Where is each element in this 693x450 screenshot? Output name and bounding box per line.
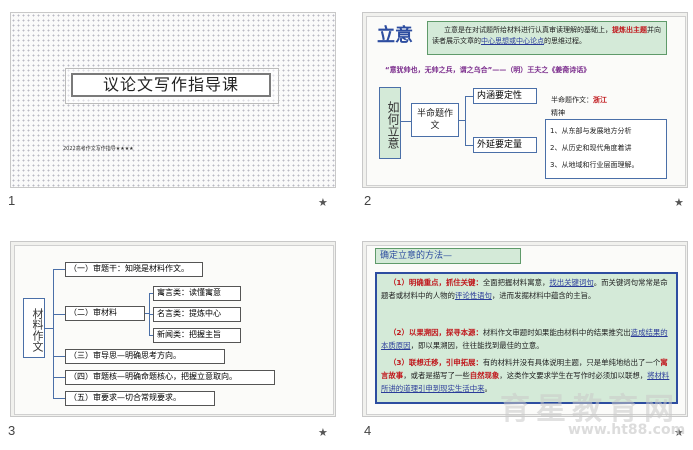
slide-subtitle: 2022高考作文写作指导★★★★ — [63, 146, 134, 152]
list-box: 1、从东部与发展地方分析 2、从历史和现代角度着讲 3、从地域和行业层面理解。 — [545, 119, 667, 179]
slide-number-2: 2 — [364, 193, 372, 208]
side-label: 如何立意 — [379, 87, 401, 159]
outline-item-2: （二）审材料 — [65, 306, 145, 321]
connector — [465, 96, 473, 97]
star-icon[interactable]: ★ — [674, 196, 684, 209]
slide-thumbnail-1[interactable]: 议论文写作指导课 2022高考作文写作指导★★★★ — [10, 12, 336, 188]
type-box: 半命题作文 — [411, 103, 459, 137]
slide-number-4: 4 — [364, 423, 372, 438]
list-item: 3、从地域和行业层面理解。 — [550, 161, 639, 169]
connector — [465, 145, 473, 146]
connector — [53, 269, 54, 399]
list-item: 2、从历史和现代角度着讲 — [550, 144, 632, 152]
example-line2: 精神 — [551, 109, 565, 117]
connector — [53, 314, 65, 315]
intro-highlight: 提炼出主题 — [612, 26, 647, 34]
connector — [53, 398, 65, 399]
slide-heading: 确定立意的方法— — [375, 248, 521, 264]
top-box: 内涵要定性 — [473, 88, 537, 104]
method-1: （1）明确重点，抓住关键：全面把握材料寓意，找出关键词句。而关键词句常常是命题者… — [381, 278, 668, 300]
slide-thumbnail-2[interactable]: 立意 立意是在对试题所给材料进行认真审读理解的基础上，提炼出主题并向读者展示文章… — [362, 12, 688, 188]
star-icon[interactable]: ★ — [318, 426, 328, 439]
connector — [401, 121, 411, 122]
method-2: （2）以果溯因，探寻本源：材料作文审题时如果能由材料中的结果推究出造成结果的本质… — [381, 328, 668, 350]
bottom-box: 外延要定量 — [473, 137, 537, 153]
slide-thumbnail-3[interactable]: 材料作文 （一）审题干：知晓是材料作文。 （二）审材料 寓言类：读懂寓意 名言类… — [10, 241, 336, 417]
title-box: 议论文写作指导课 — [71, 73, 271, 97]
intro-link: 中心思想或中心论点 — [481, 37, 544, 45]
outline-item-3: （三）审导思—明确思考方向。 — [65, 349, 225, 364]
connector — [53, 377, 65, 378]
watermark-url: www.ht88.com — [568, 422, 686, 438]
connector — [465, 96, 466, 146]
intro-text-a: 立意是在对试题所给材料进行认真审读理解的基础上， — [444, 26, 612, 34]
connector — [45, 328, 53, 329]
slide-number-3: 3 — [8, 423, 16, 438]
sub-item-1: 寓言类：读懂寓意 — [153, 286, 241, 301]
list-item: 1、从东部与发展地方分析 — [550, 127, 632, 135]
outline-item-5: （五）审要求—切合常规要求。 — [65, 391, 215, 406]
connector — [53, 356, 65, 357]
side-label: 材料作文 — [23, 298, 45, 358]
intro-box: 立意是在对试题所给材料进行认真审读理解的基础上，提炼出主题并向读者展示文章的中心… — [427, 21, 667, 55]
intro-text-c: 的思维过程。 — [544, 37, 586, 45]
sub-item-2: 名言类：提炼中心 — [153, 307, 241, 322]
example-label: 半命题作文：浙江 — [551, 96, 607, 104]
star-icon[interactable]: ★ — [318, 196, 328, 209]
connector — [53, 269, 65, 270]
outline-item-1: （一）审题干：知晓是材料作文。 — [65, 262, 203, 277]
quote-text: “意犹帅也，无帅之兵，谓之乌合”——（明）王夫之《姜斋诗话》 — [385, 66, 591, 74]
outline-item-4: （四）审题核—明确命题核心，把握立意取向。 — [65, 370, 275, 385]
slide-number-1: 1 — [8, 193, 16, 208]
sub-item-3: 新闻类：把握主旨 — [153, 328, 241, 343]
slide-title: 议论文写作指导课 — [102, 75, 239, 94]
slide-heading: 立意 — [377, 25, 413, 46]
